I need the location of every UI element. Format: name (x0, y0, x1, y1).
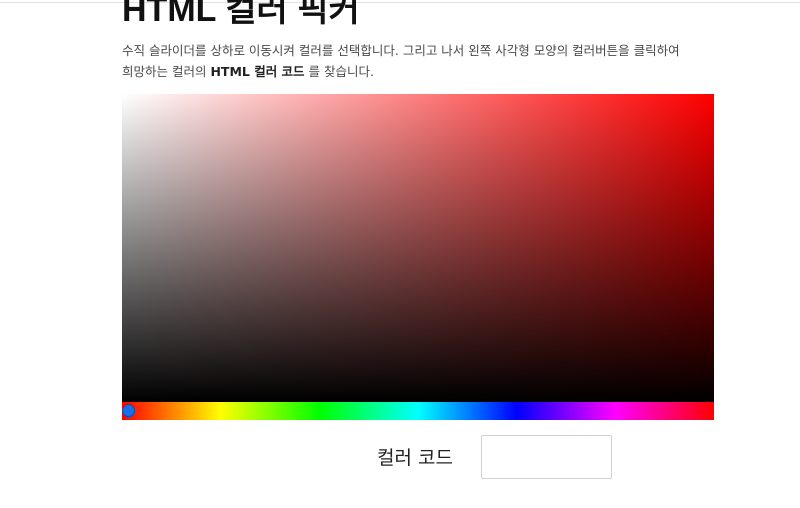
saturation-brightness-square[interactable] (122, 94, 714, 402)
color-code-input[interactable] (481, 435, 612, 479)
hue-slider-handle[interactable] (122, 404, 135, 417)
color-code-label: 컬러 코드 (377, 447, 453, 469)
instructions-line-1: 수직 슬라이더를 상하로 이동시켜 컬러를 선택합니다. 그리고 나서 왼쪽 사… (122, 43, 680, 58)
hue-slider-track[interactable] (122, 402, 714, 420)
instructions-text: 수직 슬라이더를 상하로 이동시켜 컬러를 선택합니다. 그리고 나서 왼쪽 사… (122, 40, 722, 82)
instructions-line-2-suffix: 를 찾습니다. (304, 64, 374, 79)
top-divider (0, 2, 800, 3)
page-title: HTML 컬러 픽커 (122, 0, 360, 29)
instructions-highlight: HTML 컬러 코드 (210, 64, 305, 79)
instructions-line-2-prefix: 희망하는 컬러의 (122, 64, 211, 79)
